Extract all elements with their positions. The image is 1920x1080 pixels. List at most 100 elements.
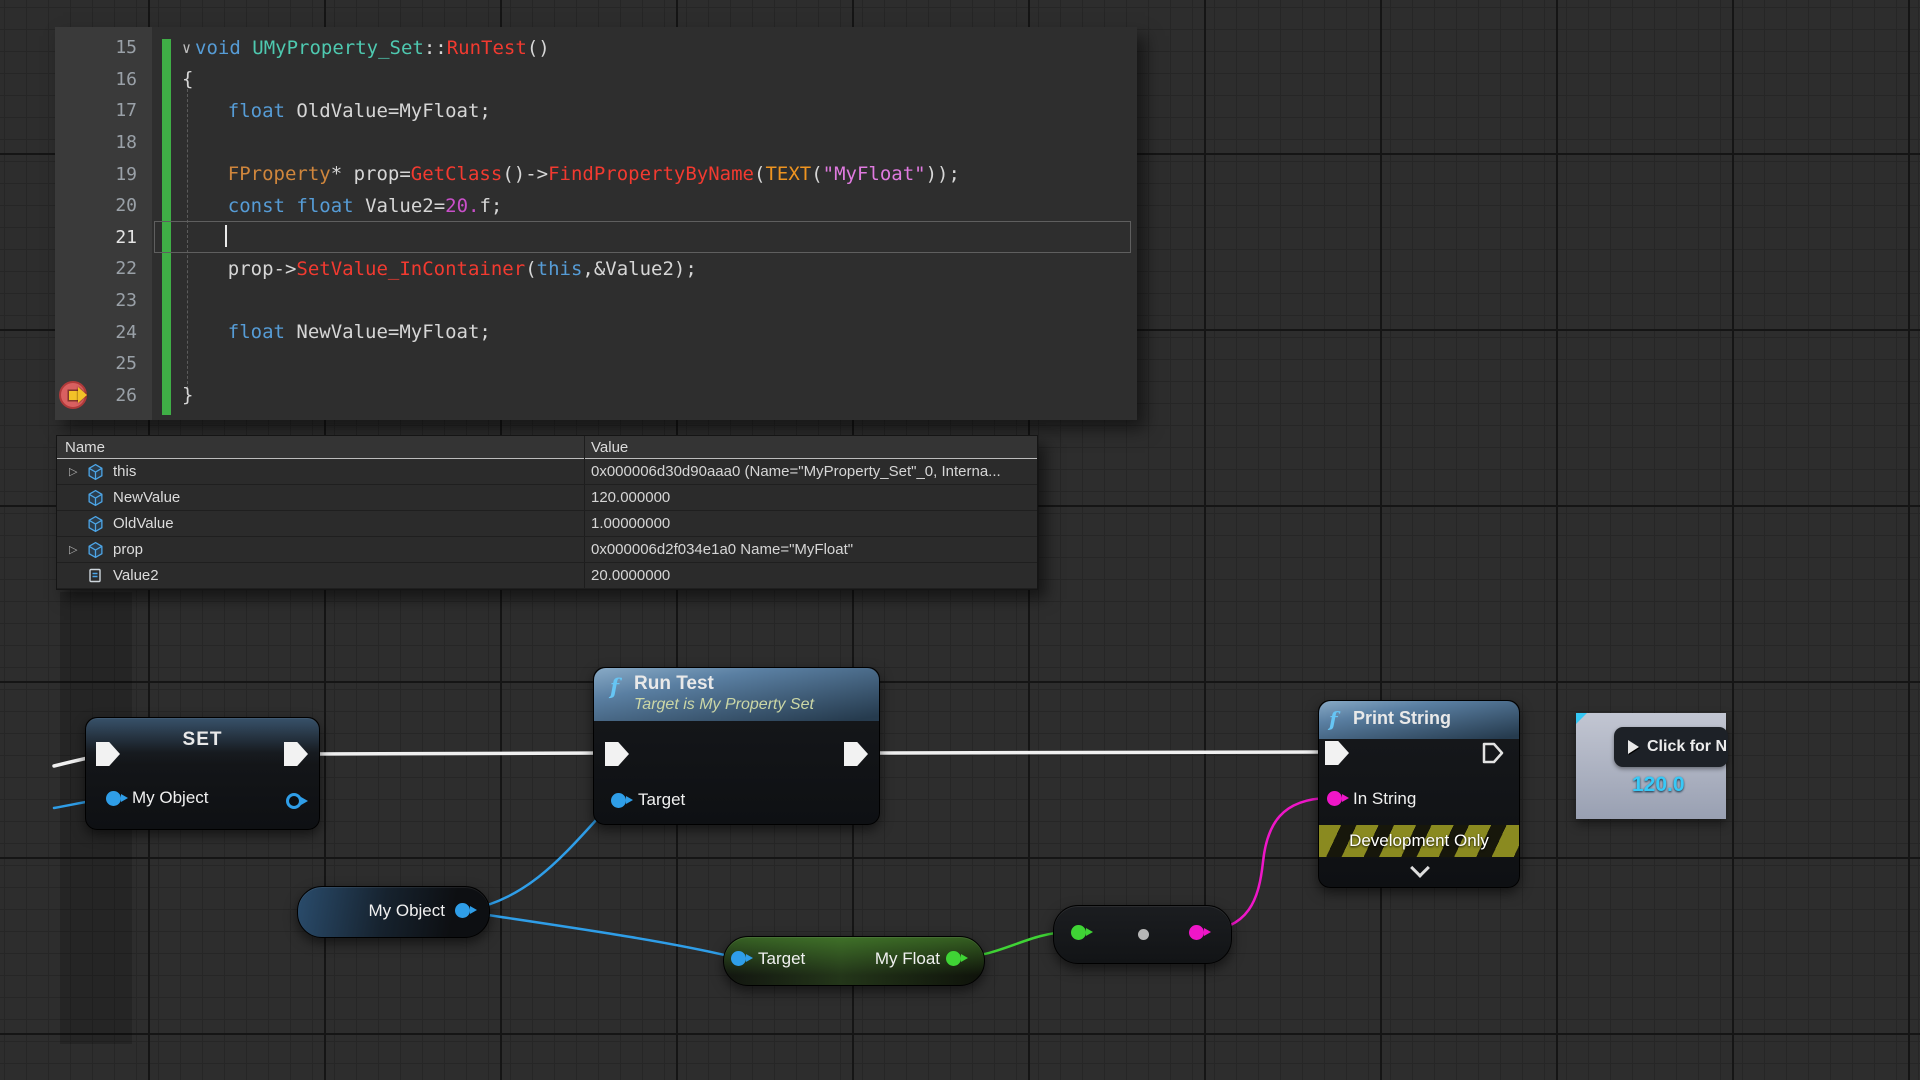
- code-text: const float Value2=20.f;: [182, 195, 502, 217]
- object-cube-icon: [87, 463, 104, 486]
- line-number: 19: [55, 164, 137, 185]
- line-number: 25: [55, 353, 137, 374]
- target-input-pin[interactable]: [611, 793, 626, 808]
- line-number: 22: [55, 258, 137, 279]
- code-editor-panel[interactable]: 15 ∨void UMyProperty_Set::RunTest()16 {17 …: [55, 27, 1137, 420]
- watch-value: 20.0000000: [591, 567, 670, 584]
- code-line-21[interactable]: 21: [55, 222, 1137, 254]
- set-node[interactable]: SET My Object: [85, 717, 320, 830]
- code-text: float NewValue=MyFloat;: [182, 321, 491, 343]
- my-float-getter-node[interactable]: Target My Float: [723, 936, 985, 986]
- development-only-banner: Development Only: [1319, 825, 1519, 857]
- exec-in-pin[interactable]: [605, 742, 629, 766]
- object-cube-icon: [87, 515, 104, 538]
- set-input-label: My Object: [132, 788, 209, 808]
- line-number: 17: [55, 100, 137, 121]
- text-caret: [225, 225, 227, 247]
- line-number: 21: [55, 227, 137, 248]
- code-line-16[interactable]: 16 {: [55, 64, 1137, 96]
- print-string-input-label: In String: [1353, 789, 1416, 809]
- code-text: float OldValue=MyFloat;: [182, 100, 491, 122]
- watch-name: Value2: [113, 567, 159, 584]
- line-number: 24: [55, 322, 137, 343]
- code-line-24[interactable]: 24 float NewValue=MyFloat;: [55, 316, 1137, 348]
- execution-pointer-icon[interactable]: [59, 381, 87, 409]
- debug-value-bubble[interactable]: Click for N 120.0: [1576, 713, 1726, 819]
- code-text: }: [182, 384, 193, 406]
- watch-name: NewValue: [113, 489, 180, 506]
- run-test-subtitle: Target is My Property Set: [634, 696, 814, 714]
- chevron-down-icon[interactable]: [1410, 858, 1430, 878]
- run-test-input-label: Target: [638, 790, 685, 810]
- exec-wire-runtest-to-printstring[interactable]: [866, 752, 1322, 753]
- function-icon: f: [1329, 707, 1338, 731]
- line-number: 20: [55, 195, 137, 216]
- expander-icon[interactable]: ▷: [69, 465, 77, 478]
- line-number: 15: [55, 37, 137, 58]
- string-input-pin[interactable]: [1327, 791, 1342, 806]
- my-object-getter-node[interactable]: My Object: [297, 886, 490, 938]
- code-text: prop->SetValue_InContainer(this,&Value2)…: [182, 258, 697, 280]
- watch-header-row[interactable]: Name Value: [57, 436, 1037, 459]
- code-line-22[interactable]: 22 prop->SetValue_InContainer(this,&Valu…: [55, 253, 1137, 285]
- my-object-label: My Object: [368, 901, 445, 921]
- code-line-15[interactable]: 15 ∨void UMyProperty_Set::RunTest(): [55, 32, 1137, 64]
- debug-value: 120.0: [1632, 773, 1685, 797]
- value-struct-icon: [87, 567, 103, 589]
- play-icon: [1628, 740, 1639, 754]
- object-output-pin[interactable]: [286, 793, 302, 809]
- object-output-pin[interactable]: [455, 903, 470, 918]
- watch-row-prop[interactable]: ▷ prop 0x000006d2f034e1a0 Name="MyFloat": [57, 537, 1037, 563]
- string-output-pin[interactable]: [1189, 925, 1204, 940]
- code-line-19[interactable]: 19 FProperty* prop=GetClass()->FindPrope…: [55, 158, 1137, 190]
- line-number: 23: [55, 290, 137, 311]
- code-text: {: [182, 68, 193, 90]
- run-test-node[interactable]: f Run Test Target is My Property Set Tar…: [593, 667, 880, 825]
- line-number: 16: [55, 69, 137, 90]
- exec-out-pin[interactable]: [1481, 741, 1505, 765]
- object-cube-icon: [87, 541, 104, 564]
- target-label: Target: [758, 949, 805, 969]
- code-line-26[interactable]: 26}: [55, 380, 1137, 412]
- blueprint-graph-canvas[interactable]: SET My Object f Run Test Target is My Pr…: [0, 0, 1920, 1080]
- object-wire-getter-to-runtest[interactable]: [468, 803, 612, 910]
- code-line-17[interactable]: 17 float OldValue=MyFloat;: [55, 95, 1137, 127]
- float-output-pin[interactable]: [946, 951, 961, 966]
- exec-in-pin[interactable]: [1325, 741, 1349, 765]
- expander-icon[interactable]: ▷: [69, 543, 77, 556]
- float-to-string-conversion-node[interactable]: [1053, 905, 1232, 964]
- fold-chevron-icon[interactable]: ∨: [182, 39, 191, 57]
- code-text: FProperty* prop=GetClass()->FindProperty…: [182, 163, 960, 185]
- watch-row-Value2[interactable]: Value2 20.0000000: [57, 563, 1037, 589]
- exec-out-pin[interactable]: [844, 742, 868, 766]
- float-input-pin[interactable]: [1071, 925, 1086, 940]
- watch-row-OldValue[interactable]: OldValue 1.00000000: [57, 511, 1037, 537]
- code-line-23[interactable]: 23: [55, 285, 1137, 317]
- function-icon: f: [610, 674, 619, 699]
- watch-value: 120.000000: [591, 489, 670, 506]
- watch-column-name: Name: [65, 439, 105, 456]
- watch-value: 1.00000000: [591, 515, 670, 532]
- watch-row-this[interactable]: ▷this0x000006d30d90aaa0 (Name="MyPropert…: [57, 459, 1037, 485]
- watch-name: prop: [113, 541, 143, 558]
- code-line-18[interactable]: 18: [55, 127, 1137, 159]
- target-input-pin[interactable]: [731, 951, 746, 966]
- code-line-20[interactable]: 20 const float Value2=20.f;: [55, 190, 1137, 222]
- exec-wire-set-to-runtest[interactable]: [310, 753, 606, 754]
- watch-row-NewValue[interactable]: NewValue 120.000000: [57, 485, 1037, 511]
- watch-name: OldValue: [113, 515, 174, 532]
- run-test-title: Run Test: [634, 673, 714, 695]
- object-cube-icon: [87, 489, 104, 512]
- click-for-more-label: Click for N: [1647, 738, 1727, 756]
- watch-value: 0x000006d2f034e1a0 Name="MyFloat": [591, 541, 853, 558]
- watch-window[interactable]: Name Value ▷this0x000006d30d90aaa0 (Name…: [56, 435, 1038, 590]
- click-for-more-button[interactable]: Click for N: [1614, 727, 1728, 767]
- print-string-node[interactable]: f Print String In String Development Onl…: [1318, 700, 1520, 888]
- object-wire-getter-to-target[interactable]: [468, 912, 733, 957]
- watch-name: this: [113, 463, 136, 480]
- code-line-25[interactable]: 25: [55, 348, 1137, 380]
- object-input-pin[interactable]: [106, 791, 121, 806]
- code-text: ∨void UMyProperty_Set::RunTest(): [182, 37, 550, 59]
- development-only-label: Development Only: [1349, 831, 1489, 851]
- bubble-corner-icon: [1576, 713, 1587, 724]
